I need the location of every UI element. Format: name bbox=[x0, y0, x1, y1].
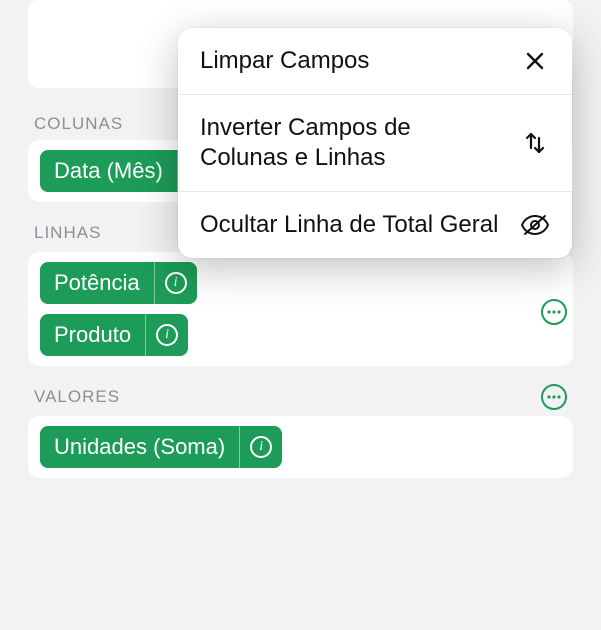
ellipsis-icon bbox=[547, 395, 561, 399]
field-pill-label: Data (Mês) bbox=[40, 150, 177, 192]
info-icon: i bbox=[250, 436, 272, 458]
field-info-button[interactable]: i bbox=[155, 262, 197, 304]
field-pill-label: Potência bbox=[40, 262, 154, 304]
ellipsis-icon bbox=[547, 310, 561, 314]
info-icon: i bbox=[165, 272, 187, 294]
section-title-columns: COLUNAS bbox=[34, 114, 123, 134]
field-pill-label: Unidades (Soma) bbox=[40, 426, 239, 468]
section-more-button[interactable] bbox=[541, 384, 567, 410]
section-body-rows: Potência i Produto i bbox=[28, 252, 573, 366]
section-title-values: VALORES bbox=[34, 387, 120, 407]
field-pill[interactable]: Produto i bbox=[40, 314, 188, 356]
field-pill-label: Produto bbox=[40, 314, 145, 356]
section-values: VALORES Unidades (Soma) i bbox=[28, 384, 573, 478]
field-options-popover: Limpar Campos Inverter Campos de Colunas… bbox=[178, 28, 572, 258]
popover-item-label: Ocultar Linha de Total Geral bbox=[200, 210, 502, 240]
field-pill[interactable]: Unidades (Soma) i bbox=[40, 426, 282, 468]
close-icon bbox=[520, 46, 550, 76]
popover-item-clear-fields[interactable]: Limpar Campos bbox=[178, 28, 572, 94]
field-info-button[interactable]: i bbox=[240, 426, 282, 468]
section-more-button[interactable] bbox=[541, 299, 567, 325]
popover-item-label: Inverter Campos de Colunas e Linhas bbox=[200, 113, 502, 173]
eye-off-icon bbox=[520, 210, 550, 240]
popover-item-hide-grand-total[interactable]: Ocultar Linha de Total Geral bbox=[178, 191, 572, 258]
field-info-button[interactable]: i bbox=[146, 314, 188, 356]
popover-item-label: Limpar Campos bbox=[200, 46, 502, 76]
field-pill[interactable]: Potência i bbox=[40, 262, 197, 304]
section-body-values: Unidades (Soma) i bbox=[28, 416, 573, 478]
info-icon: i bbox=[156, 324, 178, 346]
section-title-rows: LINHAS bbox=[34, 223, 101, 243]
popover-item-swap-fields[interactable]: Inverter Campos de Colunas e Linhas bbox=[178, 94, 572, 191]
swap-icon bbox=[520, 128, 550, 158]
